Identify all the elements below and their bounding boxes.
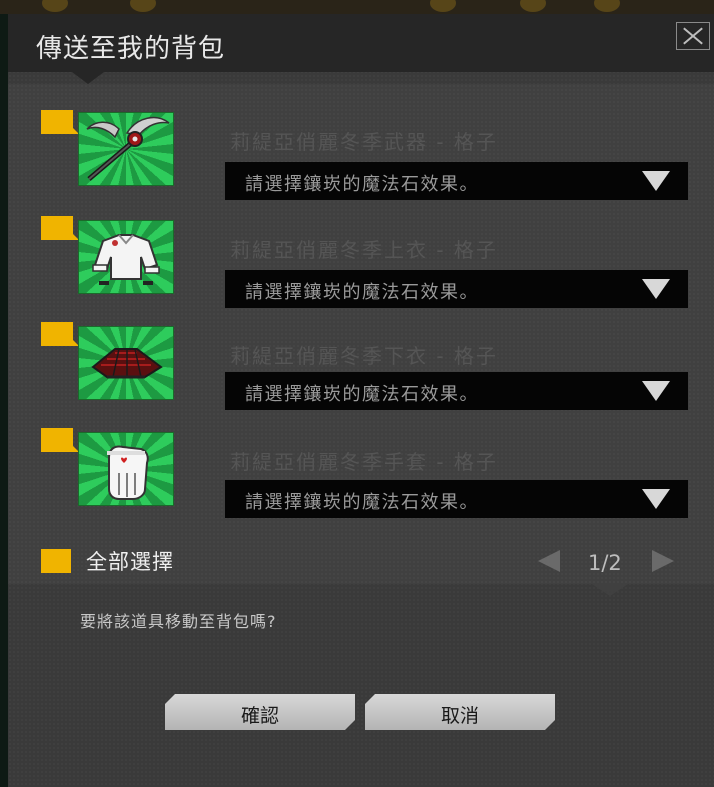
- select-placeholder: 請選擇鑲崁的魔法石效果。: [245, 492, 479, 513]
- dropdown-arrow-icon: [642, 171, 670, 191]
- title-notch: [72, 72, 104, 84]
- plaid-skirt-icon: [78, 326, 174, 400]
- list-item: 莉緹亞俏麗冬季上衣 - 格子 請選擇鑲崁的魔法石效果。: [8, 216, 714, 314]
- item-name: 莉緹亞俏麗冬季手套 - 格子: [230, 450, 498, 474]
- confirm-button[interactable]: 確認: [165, 694, 355, 730]
- dialog-title: 傳送至我的背包: [36, 34, 226, 64]
- select-placeholder: 請選擇鑲崁的魔法石效果。: [245, 282, 479, 303]
- list-notch: [592, 584, 628, 596]
- coin-icon: [520, 0, 546, 12]
- list-item: 莉緹亞俏麗冬季下衣 - 格子 請選擇鑲崁的魔法石效果。: [8, 322, 714, 420]
- select-all-checkbox[interactable]: [41, 549, 71, 573]
- scythe-weapon-icon: [78, 112, 174, 186]
- glove-icon: [78, 432, 174, 506]
- item-checkbox[interactable]: [41, 110, 79, 134]
- chevron-right-icon[interactable]: [652, 550, 674, 572]
- cancel-button[interactable]: 取消: [365, 694, 555, 730]
- magic-stone-select[interactable]: 請選擇鑲崁的魔法石效果。: [225, 372, 688, 410]
- page-indicator: 1/2: [588, 551, 622, 575]
- cancel-button-label: 取消: [440, 705, 479, 727]
- title-bar: 傳送至我的背包: [8, 14, 714, 72]
- item-name: 莉緹亞俏麗冬季武器 - 格子: [230, 130, 498, 154]
- item-list: 莉緹亞俏麗冬季武器 - 格子 請選擇鑲崁的魔法石效果。 莉緹亞俏麗冬季上衣 - …: [8, 84, 714, 584]
- list-item: 莉緹亞俏麗冬季手套 - 格子 請選擇鑲崁的魔法石效果。: [8, 428, 714, 526]
- item-name: 莉緹亞俏麗冬季上衣 - 格子: [230, 238, 498, 262]
- item-checkbox[interactable]: [41, 428, 79, 452]
- background-edge: [0, 14, 8, 787]
- item-checkbox[interactable]: [41, 216, 79, 240]
- coin-icon: [42, 0, 68, 12]
- magic-stone-select[interactable]: 請選擇鑲崁的魔法石效果。: [225, 162, 688, 200]
- dropdown-arrow-icon: [642, 381, 670, 401]
- select-placeholder: 請選擇鑲崁的魔法石效果。: [245, 384, 479, 405]
- item-checkbox[interactable]: [41, 322, 79, 346]
- confirm-button-label: 確認: [240, 705, 279, 727]
- select-all-row: 全部選擇 1/2: [8, 544, 714, 584]
- select-all-label: 全部選擇: [86, 550, 174, 574]
- select-placeholder: 請選擇鑲崁的魔法石效果。: [245, 174, 479, 195]
- winter-top-icon: [78, 220, 174, 294]
- item-name: 莉緹亞俏麗冬季下衣 - 格子: [230, 344, 498, 368]
- coin-icon: [594, 0, 620, 12]
- dropdown-arrow-icon: [642, 279, 670, 299]
- transfer-dialog: 傳送至我的背包 莉緹亞俏麗冬季武器 - 格子 請選擇鑲崁的魔法石效果。 莉緹亞俏…: [8, 14, 714, 787]
- chevron-left-icon[interactable]: [538, 550, 560, 572]
- magic-stone-select[interactable]: 請選擇鑲崁的魔法石效果。: [225, 480, 688, 518]
- dropdown-arrow-icon: [642, 489, 670, 509]
- coin-icon: [130, 0, 156, 12]
- list-item: 莉緹亞俏麗冬季武器 - 格子 請選擇鑲崁的魔法石效果。: [8, 110, 714, 206]
- coin-icon: [430, 0, 456, 12]
- close-icon[interactable]: [676, 22, 710, 50]
- confirm-question: 要將該道具移動至背包嗎?: [80, 612, 277, 631]
- background-top-strip: [0, 0, 714, 14]
- magic-stone-select[interactable]: 請選擇鑲崁的魔法石效果。: [225, 270, 688, 308]
